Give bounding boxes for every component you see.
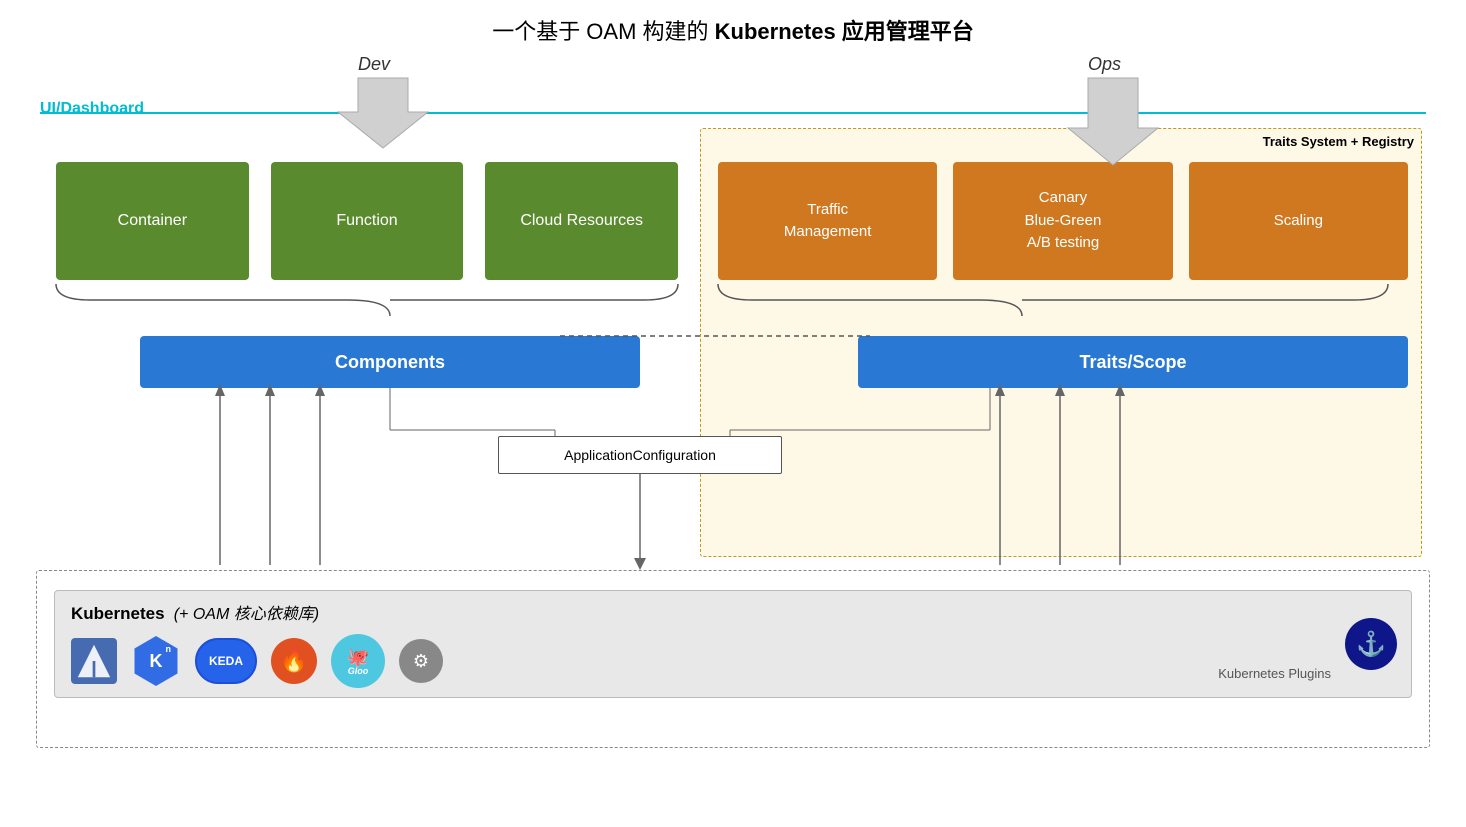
istio-logo [71,638,117,684]
main-title: 一个基于 OAM 构建的 Kubernetes 应用管理平台 [0,14,1466,46]
ops-label: Ops [1088,54,1121,75]
keda-logo: KEDA [195,638,257,684]
green-boxes-container: Container Function Cloud Resources [56,162,678,280]
function-box: Function [271,162,464,280]
cloud-resources-box: Cloud Resources [485,162,678,280]
dev-label: Dev [358,54,390,75]
container-box: Container [56,162,249,280]
gloo-logo: 🐙 Gloo [331,634,385,688]
k8s-icons-row: Kn KEDA 🔥 🐙 Gloo ⚙ [71,634,1395,688]
k8s-title-row: Kubernetes (+ OAM 核心依赖库) [71,600,1395,624]
orange-boxes-container: Traffic Management Canary Blue-Green A/B… [718,162,1408,280]
app-config-box: ApplicationConfiguration [498,436,782,474]
helm-logo: ⚓ [1345,618,1397,670]
kubernetes-box: Kubernetes (+ OAM 核心依赖库) Kn KEDA [54,590,1412,698]
k8s-plugins-label: Kubernetes Plugins [1218,666,1331,681]
traits-scope-box: Traits/Scope [858,336,1408,388]
dashboard-line [40,112,1426,114]
traffic-management-box: Traffic Management [718,162,937,280]
scaling-box: Scaling [1189,162,1408,280]
canary-box: Canary Blue-Green A/B testing [953,162,1172,280]
dashboard-label: UI/Dashboard [40,100,144,118]
grey-plugin-logo: ⚙ [399,639,443,683]
k-logo: Kn [131,636,181,686]
components-box: Components [140,336,640,388]
fluxcd-logo: 🔥 [271,638,317,684]
traits-system-title: Traits System + Registry [1263,134,1414,149]
